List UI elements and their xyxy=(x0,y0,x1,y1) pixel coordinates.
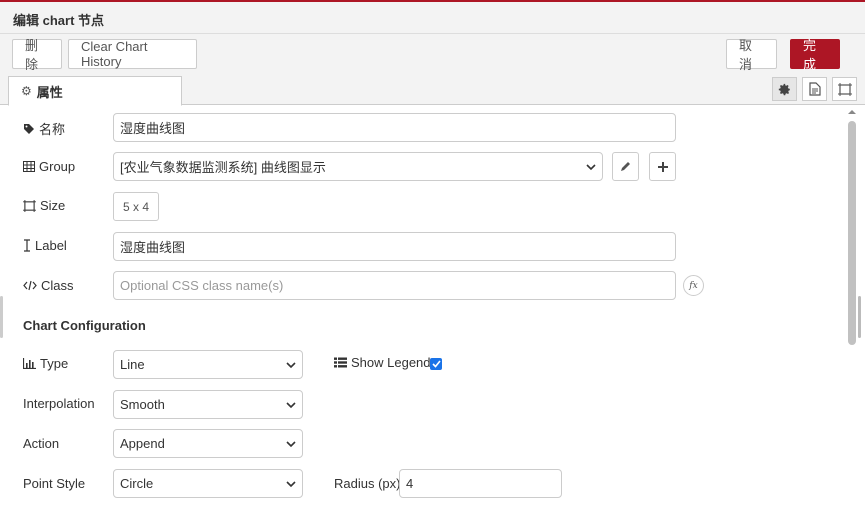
class-input[interactable]: Optional CSS class name(s) xyxy=(113,271,676,300)
tab-description-icon-button[interactable] xyxy=(802,77,827,101)
tab-appearance-icon-button[interactable] xyxy=(832,77,857,101)
bar-chart-icon xyxy=(23,358,36,369)
checkmark-icon xyxy=(431,360,441,368)
dialog-titlebar: 编辑 chart 节点 xyxy=(0,2,865,34)
name-input[interactable]: 湿度曲线图 xyxy=(113,113,676,142)
table-icon xyxy=(23,161,35,172)
tab-properties[interactable]: ⚙ 属性 xyxy=(8,76,182,106)
radius-input[interactable]: 4 xyxy=(399,469,562,498)
gear-icon xyxy=(778,83,791,95)
type-label: Type xyxy=(40,356,69,371)
size-button[interactable]: 5 x 4 xyxy=(113,192,160,221)
plus-icon xyxy=(657,161,668,172)
name-label: 名称 xyxy=(39,122,66,137)
type-select[interactable]: Line xyxy=(113,350,303,379)
size-label: Size xyxy=(40,198,66,213)
scrollbar-thumb[interactable] xyxy=(848,121,856,345)
action-select-value: Append xyxy=(120,436,165,451)
delete-button[interactable]: 删除 xyxy=(12,38,62,72)
action-label: Action xyxy=(23,436,60,451)
show-legend-label-wrap: Show Legend xyxy=(334,355,431,370)
tabs-row: ⚙ 属性 xyxy=(0,74,865,106)
type-label-wrap: Type xyxy=(23,356,68,371)
dialog-title: 编辑 chart 节点 xyxy=(13,13,105,28)
action-select[interactable]: Append xyxy=(113,429,303,458)
done-button[interactable]: 完成 xyxy=(790,38,840,72)
class-label: Class xyxy=(41,278,74,293)
chart-configuration-title: Chart Configuration xyxy=(23,318,146,333)
clear-chart-history-button[interactable]: Clear Chart History xyxy=(68,39,197,69)
chevron-down-icon xyxy=(586,164,596,171)
class-input-placeholder: Optional CSS class name(s) xyxy=(120,278,284,293)
code-icon xyxy=(23,280,37,291)
list-icon xyxy=(334,357,347,368)
name-label-wrap: 名称 xyxy=(23,119,65,138)
group-label: Group xyxy=(39,159,76,174)
pencil-icon xyxy=(621,162,630,171)
interpolation-label: Interpolation xyxy=(23,396,95,411)
group-select-value: [农业气象数据监测系统] 曲线图显示 xyxy=(120,160,326,175)
class-label-wrap: Class xyxy=(23,278,74,293)
label-label: Label xyxy=(35,238,67,253)
dialog-toolbar: 删除 Clear Chart History 取消 完成 xyxy=(0,34,865,74)
interpolation-select-value: Smooth xyxy=(120,397,165,412)
interpolation-select[interactable]: Smooth xyxy=(113,390,303,419)
group-select[interactable]: [农业气象数据监测系统] 曲线图显示 xyxy=(113,152,603,181)
edit-group-button[interactable] xyxy=(612,152,639,181)
chevron-down-icon xyxy=(286,481,296,488)
type-select-value: Line xyxy=(120,357,145,372)
show-legend-label: Show Legend xyxy=(351,355,431,370)
add-group-button[interactable] xyxy=(649,152,676,181)
label-input[interactable]: 湿度曲线图 xyxy=(113,232,676,261)
frame-icon xyxy=(837,82,852,96)
fx-button[interactable]: fx xyxy=(683,275,704,296)
tab-settings-icon-button[interactable] xyxy=(772,77,797,101)
chevron-down-icon xyxy=(286,362,296,369)
cancel-button[interactable]: 取消 xyxy=(726,38,777,72)
tab-properties-label: 属性 xyxy=(36,84,63,100)
point-style-select-value: Circle xyxy=(120,476,154,491)
radius-label: Radius (px) xyxy=(334,476,401,491)
point-style-select[interactable]: Circle xyxy=(113,469,303,498)
properties-panel: 名称 湿度曲线图 Group [农业气象数据监测系统] 曲线图显示 Size 5… xyxy=(0,106,846,518)
size-label-wrap: Size xyxy=(23,198,65,213)
frame-icon xyxy=(23,199,36,212)
show-legend-checkbox[interactable] xyxy=(430,358,442,370)
text-cursor-icon xyxy=(24,239,30,252)
resize-handle-left[interactable] xyxy=(0,296,3,338)
chevron-down-icon xyxy=(286,402,296,409)
chevron-down-icon xyxy=(286,441,296,448)
label-label-wrap: Label xyxy=(23,238,67,253)
point-style-label: Point Style xyxy=(23,476,86,491)
resize-handle-right[interactable] xyxy=(858,296,861,338)
group-label-wrap: Group xyxy=(23,159,75,174)
scroll-up-arrow-icon[interactable] xyxy=(847,108,857,116)
tag-icon xyxy=(24,123,34,134)
gear-icon: ⚙ xyxy=(21,84,32,98)
document-icon xyxy=(808,82,821,96)
